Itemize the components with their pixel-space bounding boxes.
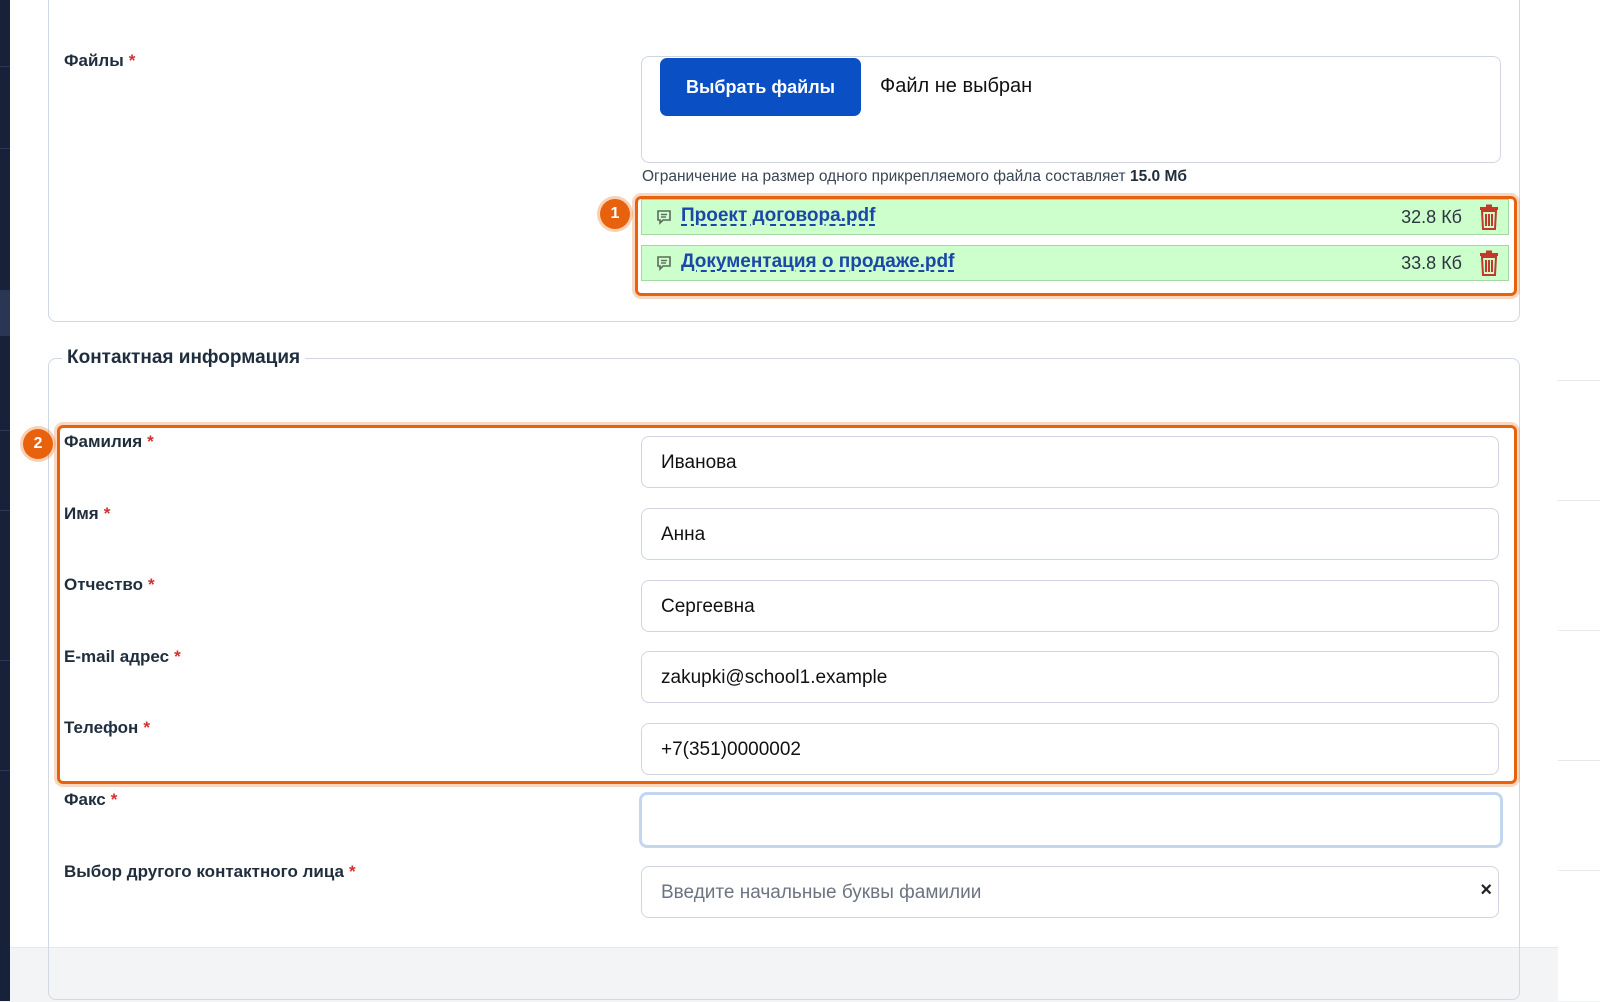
sidebar-divider xyxy=(0,430,10,431)
right-divider xyxy=(1558,870,1600,871)
sidebar-active-item xyxy=(0,290,10,336)
right-divider xyxy=(1558,760,1600,761)
highlight-attached-files xyxy=(635,196,1517,296)
contact-section-title: Контактная информация xyxy=(62,346,306,370)
sidebar-divider xyxy=(0,770,10,771)
fax-field[interactable] xyxy=(639,792,1503,848)
sidebar-edge xyxy=(0,0,10,1001)
annotation-badge-1: 1 xyxy=(600,199,630,229)
other-contact-label: Выбор другого контактного лица * xyxy=(64,862,356,881)
files-label: Файлы * xyxy=(64,51,136,70)
choose-files-button[interactable]: Выбрать файлы xyxy=(660,58,861,116)
highlight-contact-fields xyxy=(57,425,1517,784)
other-contact-placeholder: Введите начальные буквы фамилии xyxy=(661,882,982,903)
fax-label: Факс * xyxy=(64,790,118,809)
no-file-status: Файл не выбран xyxy=(880,75,1033,97)
clear-icon[interactable]: × xyxy=(1480,878,1492,902)
sidebar-divider xyxy=(0,660,10,661)
annotation-badge-2: 2 xyxy=(23,429,53,459)
right-divider xyxy=(1558,630,1600,631)
file-size-limit-note: Ограничение на размер одного прикрепляем… xyxy=(642,168,1187,185)
other-contact-search[interactable]: Введите начальные буквы фамилии × xyxy=(641,866,1499,918)
right-divider xyxy=(1558,380,1600,381)
right-divider xyxy=(1558,500,1600,501)
sidebar-divider xyxy=(0,66,10,67)
sidebar-divider xyxy=(0,510,10,511)
right-panel-edge xyxy=(1558,0,1600,1001)
sidebar-divider xyxy=(0,148,10,149)
